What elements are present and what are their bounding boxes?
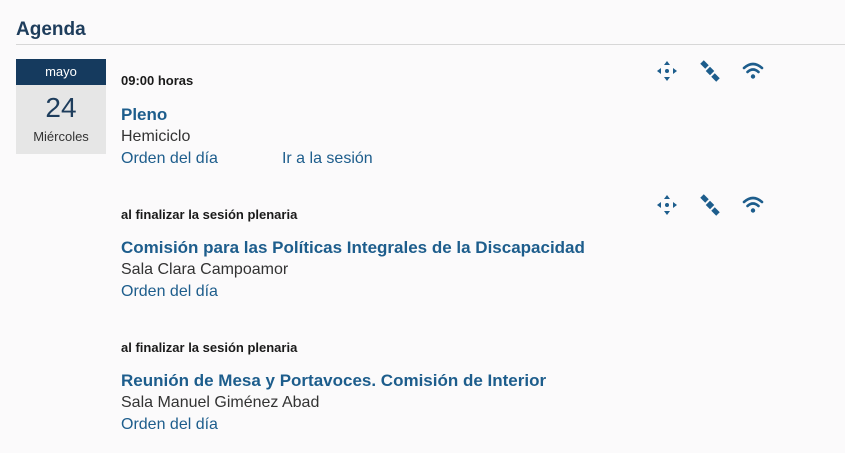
satellite-icon[interactable]	[698, 193, 722, 217]
event-title[interactable]: Reunión de Mesa y Portavoces. Comisión d…	[121, 371, 546, 391]
go-to-session-link[interactable]: Ir a la sesión	[282, 150, 373, 167]
date-body: 24 Miércoles	[16, 85, 106, 154]
event-icons	[655, 193, 765, 217]
agenda-link[interactable]: Orden del día	[121, 150, 218, 167]
agenda-event: al finalizar la sesión plenaria Comisión…	[121, 204, 841, 304]
event-time: al finalizar la sesión plenaria	[121, 207, 298, 222]
event-time: al finalizar la sesión plenaria	[121, 340, 298, 355]
agenda-title: Agenda	[16, 19, 86, 40]
date-weekday: Miércoles	[33, 129, 89, 144]
move-icon[interactable]	[655, 59, 679, 83]
event-links: Orden del día	[121, 283, 218, 301]
agenda-event: 09:00 horas Pleno Hemiciclo Orden del dí…	[121, 70, 841, 170]
event-icons	[655, 59, 765, 83]
event-room: Sala Manuel Giménez Abad	[121, 394, 320, 411]
agenda-link[interactable]: Orden del día	[121, 416, 218, 433]
date-day: 24	[45, 92, 77, 123]
title-divider	[16, 44, 845, 45]
event-title[interactable]: Pleno	[121, 105, 167, 125]
event-links: Orden del día Ir a la sesión	[121, 150, 373, 168]
event-links: Orden del día	[121, 416, 218, 434]
satellite-icon[interactable]	[698, 59, 722, 83]
move-icon[interactable]	[655, 193, 679, 217]
wifi-icon[interactable]	[741, 193, 765, 217]
date-month: mayo	[16, 59, 106, 85]
event-room: Sala Clara Campoamor	[121, 261, 289, 278]
event-time: 09:00 horas	[121, 73, 194, 88]
agenda-event: al finalizar la sesión plenaria Reunión …	[121, 337, 841, 437]
wifi-icon[interactable]	[741, 59, 765, 83]
agenda-link[interactable]: Orden del día	[121, 283, 218, 300]
event-room: Hemiciclo	[121, 128, 191, 145]
event-title[interactable]: Comisión para las Políticas Integrales d…	[121, 238, 585, 258]
date-badge: mayo 24 Miércoles	[16, 59, 106, 154]
